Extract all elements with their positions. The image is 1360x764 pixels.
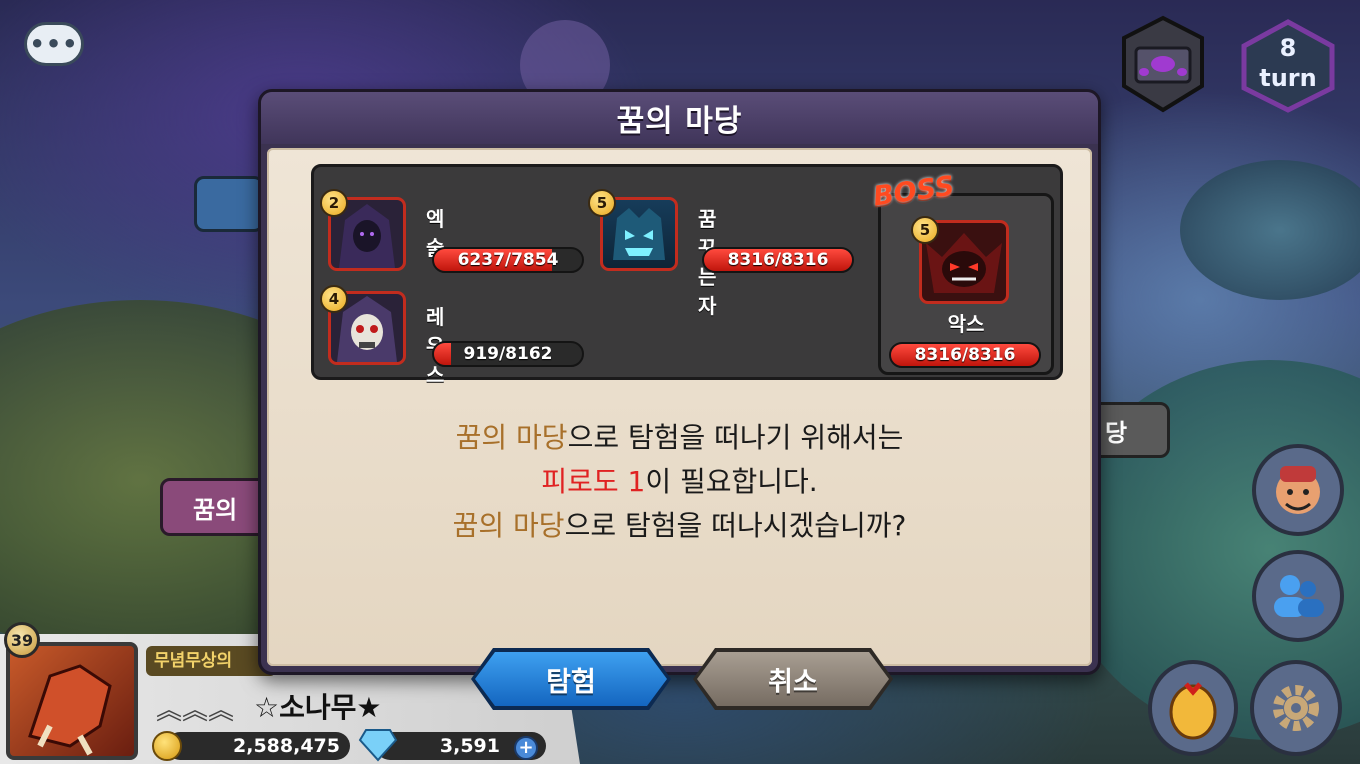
boss-level-badge: 5 [911, 216, 939, 244]
message-text: 으로 탐험을 떠나기 위해서는 [567, 421, 904, 454]
stage-marker-top-left[interactable] [194, 176, 264, 232]
player-level-badge: 39 [4, 622, 40, 658]
message-line-3: 꿈의 마당으로 탐험을 떠나시겠습니까? [267, 504, 1092, 548]
dialog-body: 2 엑술 6237/7854 5 꿈꾸는자 [267, 148, 1092, 710]
turn-indicator: 8 turn [1238, 18, 1338, 114]
dragon-avatar-icon [28, 664, 112, 756]
monster-hp-text: 6237/7854 [457, 250, 559, 270]
stage-marker-left-label: 꿈의 [193, 495, 238, 524]
monster-level-badge: 5 [588, 189, 616, 217]
egg-gift-icon [1169, 682, 1217, 740]
player-name: ☆소나무★ [254, 691, 382, 724]
turn-label: turn [1259, 64, 1317, 92]
message-text: 으로 탐험을 떠나시겠습니까? [564, 509, 907, 542]
chat-icon: ••• [29, 30, 79, 58]
heroes-button[interactable] [1252, 444, 1344, 536]
treasure-chest-icon [1122, 15, 1204, 113]
friends-icon [1274, 575, 1324, 617]
stage-marker-right-label: 당 [1105, 418, 1128, 447]
gold-amount-value: 2,588,475 [233, 735, 340, 757]
boss-name: 악스 [947, 312, 985, 336]
heroes-icon [1276, 466, 1320, 514]
monster-hp-text: 8316/8316 [727, 250, 829, 270]
message-text: 이 필요합니다. [645, 465, 818, 498]
dialog-message: 꿈의 마당으로 탐험을 떠나기 위해서는 피로도 1이 필요합니다. 꿈의 마당… [267, 416, 1092, 548]
treasure-chest-button[interactable] [1116, 14, 1210, 114]
monster-panel: 2 엑술 6237/7854 5 꿈꾸는자 [311, 164, 1063, 387]
dialog-title-bar: 꿈의 마당 [261, 92, 1098, 144]
egg-gift-button[interactable] [1148, 660, 1238, 756]
message-dungeon-name: 꿈의 마당 [452, 509, 565, 542]
rank-chevrons-icon: ︽︽︽ [156, 696, 235, 726]
explore-button-label: 탐험 [546, 666, 596, 698]
gear-icon [1273, 685, 1319, 731]
boss-hp-bar: 8316/8316 [889, 342, 1041, 368]
monster-hp-bar: 6237/7854 [432, 247, 584, 273]
monster-hp-text: 919/8162 [463, 344, 553, 364]
boss-tag: BOSS [871, 170, 957, 213]
message-cost: 피로도 1 [541, 465, 646, 498]
settings-button[interactable] [1250, 660, 1342, 756]
boss-hp-text: 8316/8316 [914, 345, 1016, 365]
player-title: 무념무상의 [146, 646, 276, 676]
turn-count: 8 [1279, 34, 1297, 62]
message-dungeon-name: 꿈의 마당 [455, 421, 568, 454]
cancel-button-label: 취소 [768, 666, 818, 698]
boss-card: BOSS 5 악스 8316/8316 [871, 170, 1054, 375]
monster-level-badge: 2 [320, 189, 348, 217]
gold-coin-icon [152, 731, 182, 761]
dialog-title: 꿈의 마당 [616, 104, 743, 139]
stage-marker-left[interactable]: 꿈의 [160, 478, 270, 536]
explore-button[interactable]: 탐험 [471, 648, 671, 710]
monster-hp-bar: 919/8162 [432, 341, 584, 367]
gem-amount-value: 3,591 [439, 735, 500, 757]
message-line-1: 꿈의 마당으로 탐험을 떠나기 위해서는 [267, 416, 1092, 460]
cancel-button[interactable]: 취소 [693, 648, 893, 710]
gold-amount: 2,588,475 [166, 732, 350, 760]
chat-button[interactable]: ••• [24, 22, 84, 66]
message-line-2: 피로도 1이 필요합니다. [267, 460, 1092, 504]
stage-marker-right[interactable]: 당 [1090, 402, 1170, 458]
monster-hp-bar: 8316/8316 [702, 247, 854, 273]
dungeon-entry-dialog: 꿈의 마당 2 엑술 6237/7854 5 꿈 는자 8316/8316 4 … [258, 89, 1101, 710]
monster-level-badge: 4 [320, 285, 348, 313]
gem-icon [358, 729, 398, 762]
friends-button[interactable] [1252, 550, 1344, 642]
plus-icon: + [518, 737, 534, 758]
add-gems-button[interactable]: + [514, 736, 538, 760]
avatar[interactable] [6, 642, 138, 760]
